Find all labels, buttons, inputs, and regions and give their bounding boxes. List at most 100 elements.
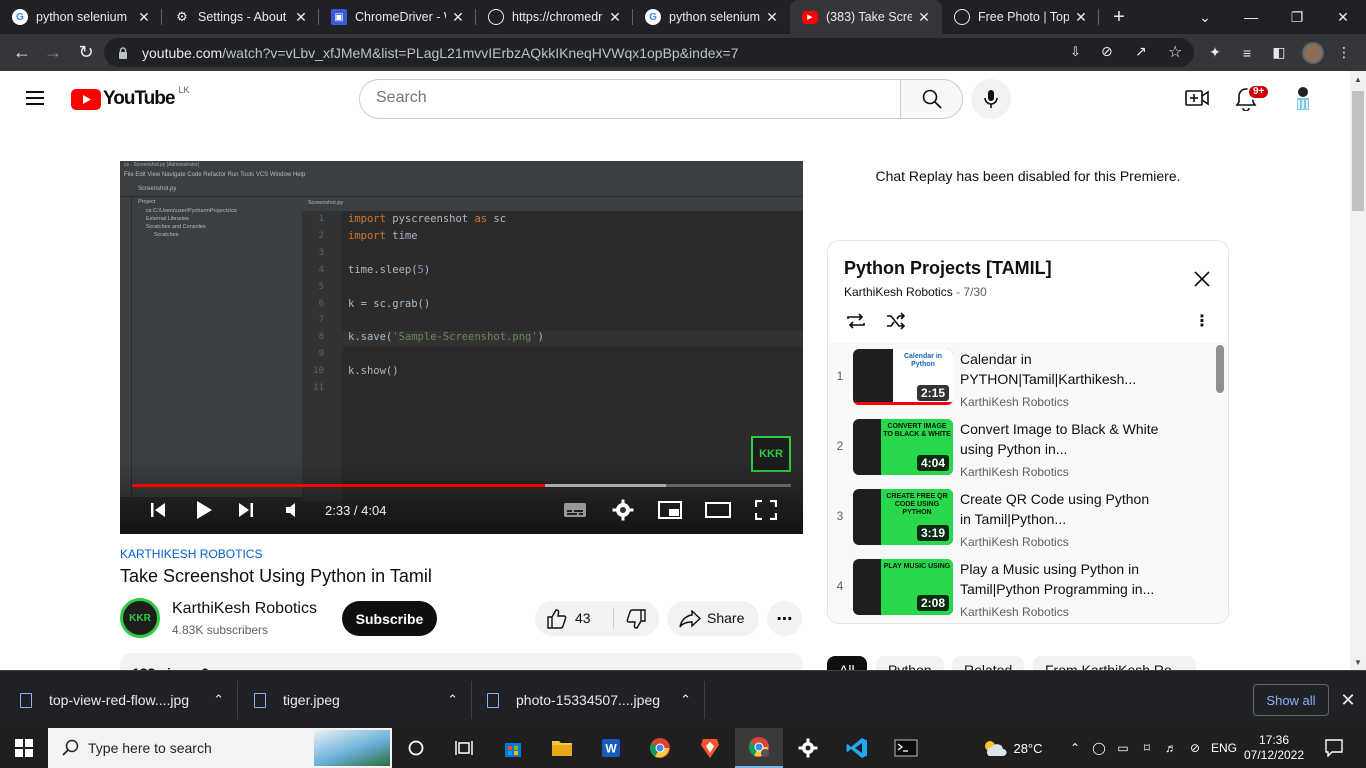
- tray-wifi-icon[interactable]: ⌑: [1136, 728, 1158, 768]
- theater-mode-button[interactable]: [704, 498, 732, 522]
- search-input[interactable]: [376, 89, 876, 107]
- more-actions-button[interactable]: ⋯: [767, 601, 802, 636]
- word-app-icon[interactable]: W: [587, 728, 635, 768]
- tab-close-icon[interactable]: ✕: [136, 9, 152, 26]
- chrome-menu-icon[interactable]: ⋮: [1330, 34, 1358, 71]
- start-button[interactable]: [0, 728, 48, 768]
- filter-chip[interactable]: From KarthiKesh Ro...: [1033, 656, 1196, 670]
- subtitles-button[interactable]: [561, 498, 589, 522]
- next-button[interactable]: [234, 498, 258, 522]
- fullscreen-button[interactable]: [752, 498, 780, 522]
- browser-tab[interactable]: ▣ ChromeDriver - W ✕: [319, 0, 476, 34]
- previous-button[interactable]: [146, 498, 170, 522]
- chevron-up-icon[interactable]: ⌃: [213, 692, 224, 708]
- channel-avatar[interactable]: KKR: [120, 598, 160, 638]
- youtube-logo[interactable]: YouTube LK: [71, 85, 189, 110]
- store-app-icon[interactable]: [489, 728, 537, 768]
- reload-button[interactable]: ↻: [71, 34, 101, 71]
- terminal-app-icon[interactable]: [882, 728, 930, 768]
- browser-tab[interactable]: Gpython selenium ✕: [0, 0, 162, 34]
- lock-icon[interactable]: [118, 46, 128, 59]
- playlist-item-title[interactable]: Create QR Code using Python in Tamil|Pyt…: [960, 489, 1160, 529]
- vscode-app-icon[interactable]: [833, 728, 881, 768]
- file-explorer-icon[interactable]: [538, 728, 586, 768]
- restore-button[interactable]: ❐: [1274, 0, 1320, 34]
- playlist-item-channel[interactable]: KarthiKesh Robotics: [960, 465, 1069, 479]
- shuffle-icon[interactable]: [884, 309, 908, 333]
- browser-tab[interactable]: ⚙ Settings - About ✕: [162, 0, 319, 34]
- account-avatar[interactable]: [1291, 85, 1315, 113]
- close-download-bar-icon[interactable]: ✕: [1336, 685, 1360, 715]
- download-item[interactable]: tiger.jpeg ⌃: [254, 671, 464, 729]
- tab-close-icon[interactable]: ✕: [607, 9, 623, 26]
- tray-mute-icon[interactable]: ⊘: [1184, 728, 1206, 768]
- back-button[interactable]: ←: [7, 34, 37, 71]
- playlist-item[interactable]: 3 CREATE FREE QR CODE USING PYTHON 3:19 Cre…: [828, 483, 1214, 553]
- browser-tab[interactable]: ▶ (383) Take Screen ✕: [790, 0, 942, 34]
- clock[interactable]: 17:36 07/12/2022: [1242, 728, 1306, 768]
- close-window-button[interactable]: ✕: [1320, 0, 1366, 34]
- search-box[interactable]: [359, 79, 900, 119]
- tray-volume-icon[interactable]: ♬: [1160, 728, 1182, 768]
- playlist-scroll-thumb[interactable]: [1216, 345, 1224, 393]
- share-page-icon[interactable]: ↗: [1135, 43, 1147, 60]
- settings-button[interactable]: [609, 498, 637, 522]
- settings-app-icon[interactable]: [784, 728, 832, 768]
- filter-chip[interactable]: Python: [876, 656, 944, 670]
- playlist-item-thumbnail[interactable]: PLAY MUSIC USING 2:08: [853, 559, 953, 615]
- bookmark-star-icon[interactable]: ☆: [1168, 42, 1182, 62]
- media-control-icon[interactable]: ≡: [1233, 34, 1261, 71]
- scroll-up-arrow-icon[interactable]: ▲: [1354, 75, 1362, 84]
- playlist-item-thumbnail[interactable]: CONVERT IMAGE TO BLACK & WHITE 4:04: [853, 419, 953, 475]
- tab-close-icon[interactable]: ✕: [293, 9, 309, 26]
- loop-playlist-icon[interactable]: [844, 309, 868, 333]
- tracking-blocked-icon[interactable]: ⊘: [1101, 43, 1113, 60]
- new-tab-button[interactable]: +: [1106, 0, 1132, 34]
- playlist-item[interactable]: 1 Calendar in Python 2:15 Calendar in PYTHO…: [828, 343, 1214, 413]
- notification-center-icon[interactable]: [1318, 728, 1350, 768]
- chrome-app-icon[interactable]: [636, 728, 684, 768]
- playlist-owner[interactable]: KarthiKesh Robotics: [844, 285, 953, 299]
- playlist-item-title[interactable]: Play a Music using Python in Tamil|Pytho…: [960, 559, 1160, 599]
- weather-widget[interactable]: 28°C: [980, 728, 1044, 768]
- extensions-icon[interactable]: ✦: [1201, 34, 1229, 71]
- scroll-down-arrow-icon[interactable]: ▼: [1354, 658, 1362, 667]
- playlist-item-thumbnail[interactable]: CREATE FREE QR CODE USING PYTHON 3:19: [853, 489, 953, 545]
- filter-chip[interactable]: All: [827, 656, 867, 670]
- download-item[interactable]: top-view-red-flow....jpg ⌃: [20, 671, 230, 729]
- voice-search-button[interactable]: [971, 79, 1011, 119]
- task-view-button[interactable]: [440, 728, 488, 768]
- dislike-button[interactable]: [614, 601, 659, 636]
- cortana-button[interactable]: [392, 728, 440, 768]
- create-video-icon[interactable]: [1185, 88, 1209, 110]
- channel-name-link[interactable]: KarthiKesh Robotics: [172, 600, 317, 618]
- play-button[interactable]: [190, 498, 218, 522]
- video-player[interactable]: cs - Screenshot.py [Administrator] File …: [120, 161, 803, 534]
- playlist-item-title[interactable]: Convert Image to Black & White using Pyt…: [960, 419, 1160, 459]
- like-button[interactable]: 43: [535, 601, 613, 636]
- chevron-up-icon[interactable]: ⌃: [447, 692, 458, 708]
- tab-close-icon[interactable]: ✕: [1073, 9, 1089, 26]
- playlist-item-thumbnail[interactable]: Calendar in Python 2:15: [853, 349, 953, 405]
- playlist-title[interactable]: Python Projects [TAMIL]: [844, 258, 1052, 279]
- minimize-button[interactable]: —: [1228, 0, 1274, 34]
- browser-tab[interactable]: Free Photo | Top ✕: [942, 0, 1099, 34]
- search-button[interactable]: [900, 79, 963, 119]
- hamburger-menu-icon[interactable]: [24, 89, 48, 109]
- page-scroll-thumb[interactable]: [1352, 91, 1364, 211]
- playlist-item[interactable]: 2 CONVERT IMAGE TO BLACK & WHITE 4:04 Conve…: [828, 413, 1214, 483]
- playlist-item-channel[interactable]: KarthiKesh Robotics: [960, 535, 1069, 549]
- tab-search-icon[interactable]: ⌄: [1182, 0, 1228, 34]
- mute-button[interactable]: [281, 498, 305, 522]
- brave-app-icon[interactable]: [686, 728, 734, 768]
- tab-close-icon[interactable]: ✕: [916, 9, 932, 26]
- tab-close-icon[interactable]: ✕: [764, 9, 780, 26]
- address-bar[interactable]: youtube.com/watch?v=vLbv_xfJMeM&list=PLa…: [104, 38, 1194, 67]
- chrome-canary-app-icon[interactable]: [735, 728, 783, 768]
- show-all-downloads-button[interactable]: Show all: [1253, 684, 1329, 716]
- close-icon[interactable]: [1190, 267, 1214, 291]
- side-panel-icon[interactable]: ◧: [1265, 34, 1293, 71]
- tray-battery-icon[interactable]: ▭: [1112, 728, 1134, 768]
- download-item[interactable]: photo-15334507....jpeg ⌃: [487, 671, 697, 729]
- channel-hashtag-link[interactable]: KARTHIKESH ROBOTICS: [120, 547, 262, 561]
